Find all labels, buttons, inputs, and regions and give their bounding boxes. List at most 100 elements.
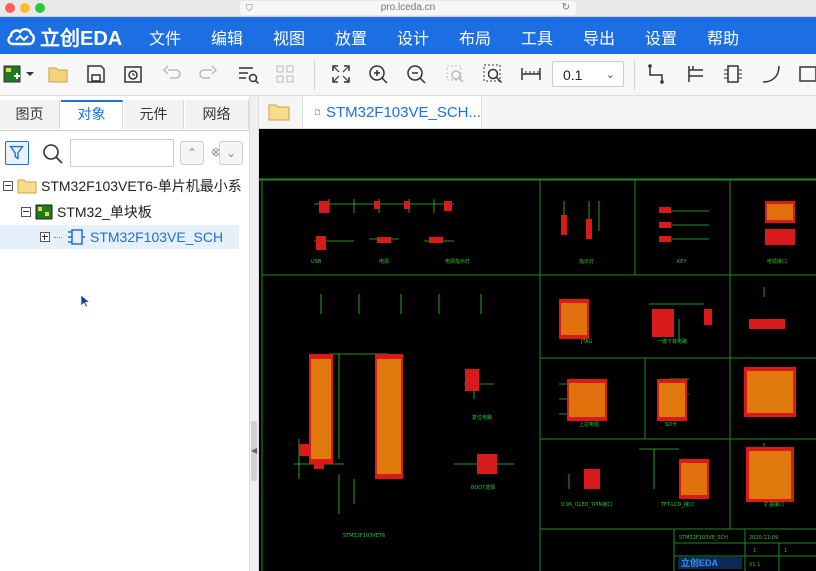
schematic-icon xyxy=(68,229,85,245)
label-pullup: 上拉电阻 xyxy=(579,421,599,428)
chevron-up-icon: ⌃ xyxy=(186,146,198,160)
title-block-date: 2020-11-09 xyxy=(749,535,778,541)
open-folder-button[interactable] xyxy=(46,62,70,86)
document-tab-label: STM32F103VE_SCH... xyxy=(325,103,481,121)
filter-button[interactable] xyxy=(5,141,29,165)
project-folder-button[interactable] xyxy=(268,102,290,122)
toolbar-separator xyxy=(634,60,635,90)
ruler-button[interactable] xyxy=(519,62,543,86)
bus-icon xyxy=(688,66,703,82)
board-icon xyxy=(35,204,53,220)
search-input[interactable] xyxy=(70,139,174,167)
title-block-name: STM32F103VE_SCH xyxy=(679,535,728,541)
grid-button[interactable] xyxy=(273,62,297,86)
undo-button[interactable] xyxy=(160,62,184,86)
chevron-left-icon: ◀ xyxy=(251,446,258,455)
menu-tools[interactable]: 工具 xyxy=(521,25,553,49)
zoom-selected-button[interactable] xyxy=(481,62,505,86)
redo-icon xyxy=(199,65,218,79)
collapse-icon[interactable] xyxy=(21,207,31,217)
tree-item-board[interactable]: STM32_单块板 xyxy=(21,200,249,224)
search-prev-button[interactable]: ⌃ xyxy=(180,141,204,165)
bus-tool-button[interactable] xyxy=(684,62,708,86)
undo-icon xyxy=(162,65,181,79)
zoom-area-button[interactable] xyxy=(443,62,467,86)
menu-help[interactable]: 帮助 xyxy=(707,25,739,49)
reload-icon[interactable]: ↻ xyxy=(562,1,570,15)
label-boot-mode: BOOT选择 xyxy=(471,484,495,491)
close-window-button[interactable] xyxy=(5,3,15,13)
label-tft-lcd: TFT-LCD_接口 xyxy=(660,501,694,508)
wire-icon xyxy=(648,64,664,84)
label-jtag: JTAG xyxy=(580,339,592,345)
collapse-icon[interactable] xyxy=(3,181,13,191)
menu-edit[interactable]: 编辑 xyxy=(211,25,243,49)
wire-tool-button[interactable] xyxy=(645,62,669,86)
label-expand: 扩展接口 xyxy=(764,501,784,508)
zoom-selected-icon xyxy=(483,64,503,84)
tab-pages[interactable]: 图页 xyxy=(0,100,60,129)
menu-settings[interactable]: 设置 xyxy=(645,25,677,49)
find-button[interactable] xyxy=(236,62,260,86)
panel-tabs: 图页 对象 元件 网络 xyxy=(0,100,249,131)
chevron-down-icon: ⌄ xyxy=(605,69,615,81)
panel-splitter[interactable]: ◀ xyxy=(250,96,259,571)
folder-icon xyxy=(268,104,290,121)
rect-tool-button[interactable] xyxy=(796,62,816,86)
chevron-down-icon: ⌄ xyxy=(225,146,237,160)
minimize-window-button[interactable] xyxy=(20,3,30,13)
label-indicator: 指示灯 xyxy=(579,258,594,265)
fit-view-button[interactable] xyxy=(329,62,353,86)
app-logo-text: 立创EDA xyxy=(40,27,123,50)
maximize-window-button[interactable] xyxy=(35,3,45,13)
menu-bar: 立创EDA 文件 编辑 视图 放置 设计 布局 工具 导出 设置 帮助 xyxy=(0,17,816,54)
label-oled: 0.96_OLED_7PIN接口 xyxy=(561,501,612,508)
tab-components[interactable]: 元件 xyxy=(124,100,184,129)
cloud-logo-icon xyxy=(7,28,35,46)
component-tool-button[interactable] xyxy=(721,62,745,86)
url-text: pro.lceda.cn xyxy=(380,2,436,13)
shield-icon: ⛉ xyxy=(246,3,253,13)
label-power-port: 电源接口 xyxy=(767,258,787,265)
history-icon xyxy=(124,66,142,83)
tree-item-project[interactable]: STM32F103VET6-单片机最小系 xyxy=(3,174,249,198)
zoom-area-icon xyxy=(446,65,464,83)
fit-icon xyxy=(332,65,350,83)
title-block-version: V1.1 xyxy=(749,562,760,568)
schematic-canvas[interactable]: USB 电源 电源指示灯 指示灯 KEY 电源接口 JTAG 一键下载电路 复位… xyxy=(259,129,816,571)
arc-tool-button[interactable] xyxy=(759,62,783,86)
menu-view[interactable]: 视图 xyxy=(273,25,305,49)
menu-layout[interactable]: 布局 xyxy=(459,25,491,49)
tab-objects[interactable]: 对象 xyxy=(61,100,123,129)
tab-nets[interactable]: 网络 xyxy=(185,100,249,129)
arc-icon xyxy=(762,65,780,83)
history-button[interactable] xyxy=(121,62,145,86)
new-project-icon xyxy=(3,65,34,83)
tree-item-schematic[interactable]: STM32F103VE_SCH xyxy=(0,225,239,249)
zoom-out-button[interactable] xyxy=(404,62,428,86)
menu-export[interactable]: 导出 xyxy=(583,25,615,49)
menu-design[interactable]: 设计 xyxy=(397,25,429,49)
menu-file[interactable]: 文件 xyxy=(149,25,181,49)
save-icon xyxy=(87,65,105,83)
zoom-level-select[interactable]: 0.1 ⌄ xyxy=(552,61,624,87)
folder-icon xyxy=(17,179,37,194)
component-icon xyxy=(724,65,742,83)
find-icon xyxy=(239,67,260,85)
redo-button[interactable] xyxy=(196,62,220,86)
zoom-in-button[interactable] xyxy=(366,62,390,86)
title-block-page-b: 1 xyxy=(784,548,787,554)
label-sd-card: SD卡 xyxy=(665,421,677,428)
app-logo: 立创EDA xyxy=(6,23,123,50)
new-project-button[interactable] xyxy=(2,62,36,86)
left-panel: 图页 对象 元件 网络 ⌃ ⊗ ⌄ STM32F103VET6-单片机最小系 S… xyxy=(0,96,250,571)
save-button[interactable] xyxy=(84,62,108,86)
search-next-button[interactable]: ⌄ xyxy=(219,141,243,165)
menu-place[interactable]: 放置 xyxy=(335,25,367,49)
url-bar[interactable]: ⛉ pro.lceda.cn ↻ xyxy=(240,1,576,15)
label-power: 电源 xyxy=(379,258,389,265)
document-tab-schematic[interactable]: STM32F103VE_SCH... xyxy=(302,96,482,128)
zoom-out-icon xyxy=(407,65,426,84)
document-icon xyxy=(315,109,320,115)
expand-icon[interactable] xyxy=(40,232,50,242)
